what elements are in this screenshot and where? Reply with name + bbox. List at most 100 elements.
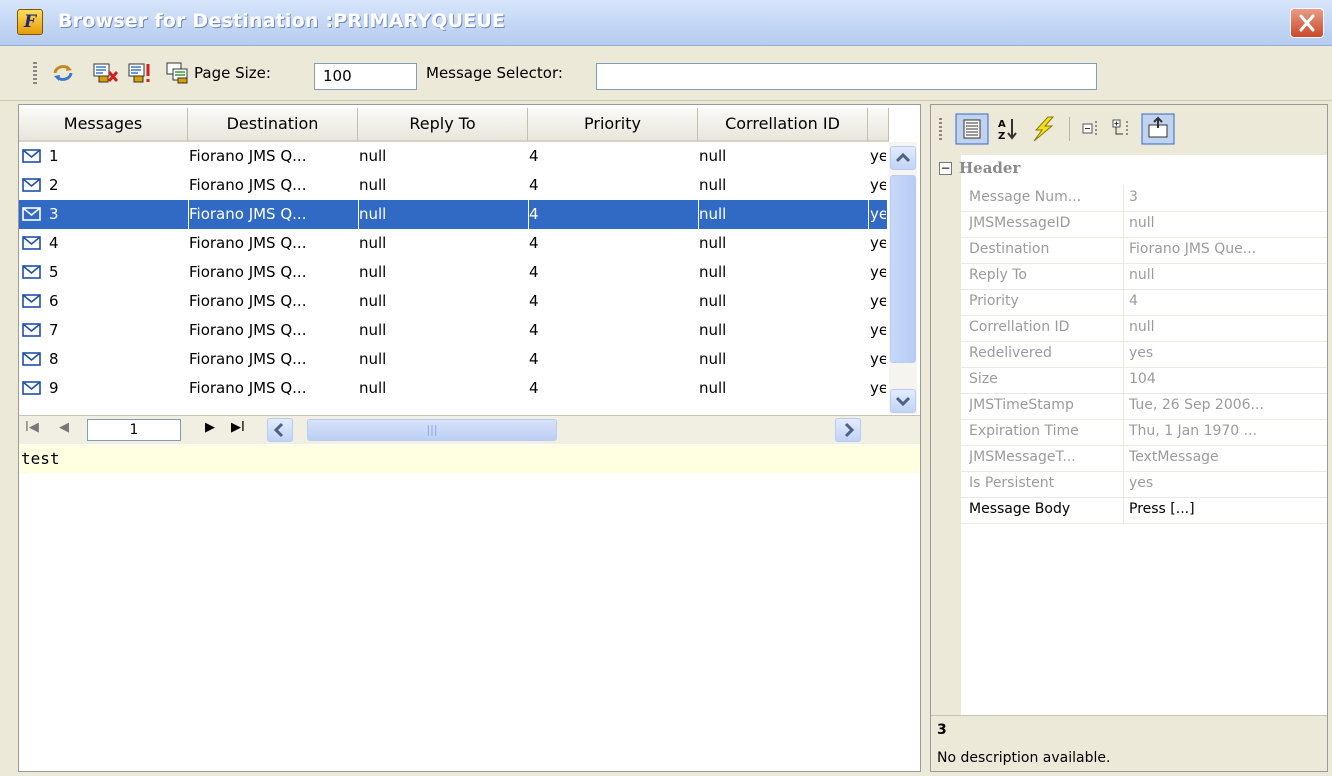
property-grid-gutter <box>931 155 961 715</box>
property-divider[interactable] <box>1123 211 1124 237</box>
envelope-icon <box>22 178 41 192</box>
cell-destination: Fiorano JMS Q... <box>189 234 307 252</box>
column-header-reply-to[interactable]: Reply To <box>358 108 528 142</box>
next-page-button[interactable]: ▶ <box>205 420 215 435</box>
column-header-destination[interactable]: Destination <box>188 108 358 142</box>
cell-correlation-id: null <box>699 234 727 252</box>
property-value[interactable]: 104 <box>1129 371 1325 387</box>
table-row[interactable]: 6 Fiorano JMS Q... null 4 null ye <box>19 287 887 316</box>
property-value[interactable]: null <box>1129 267 1325 283</box>
column-header-priority[interactable]: Priority <box>528 108 698 142</box>
property-row[interactable]: JMSTimeStamp Tue, 26 Sep 2006... <box>961 393 1327 420</box>
collapse-header-toggle[interactable]: − <box>939 162 952 175</box>
copy-message-icon[interactable] <box>166 62 192 84</box>
table-row[interactable]: 4 Fiorano JMS Q... null 4 null ye <box>19 229 887 258</box>
toolbar-separator <box>1069 117 1070 141</box>
sort-alphabetical-icon[interactable]: A Z <box>997 117 1019 141</box>
message-body-text[interactable]: test <box>19 445 920 473</box>
description-text: No description available. <box>937 750 1111 766</box>
scroll-left-button[interactable] <box>267 418 293 442</box>
property-value[interactable]: Press [...] <box>1129 501 1325 517</box>
property-grid: − Header Message Num... 3 JMSMessageID null… <box>931 155 1327 715</box>
last-page-button[interactable]: ▶I <box>231 420 245 435</box>
property-divider[interactable] <box>1123 367 1124 393</box>
property-divider[interactable] <box>1123 315 1124 341</box>
property-divider[interactable] <box>1123 341 1124 367</box>
property-row[interactable]: JMSMessageT... TextMessage <box>961 445 1327 472</box>
property-row[interactable]: Reply To null <box>961 263 1327 290</box>
property-divider[interactable] <box>1123 263 1124 289</box>
message-selector-input[interactable] <box>596 63 1097 90</box>
table-row[interactable]: 3 Fiorano JMS Q... null 4 null ye <box>19 200 887 229</box>
delete-message-icon[interactable] <box>93 62 119 84</box>
property-row[interactable]: Destination Fiorano JMS Que... <box>961 237 1327 264</box>
column-header-messages[interactable]: Messages <box>19 108 188 142</box>
selected-cell-divider <box>188 200 189 229</box>
page-number-input[interactable]: 1 <box>87 419 181 441</box>
property-value[interactable]: Thu, 1 Jan 1970 ... <box>1129 423 1325 439</box>
categorized-view-icon[interactable] <box>955 113 989 145</box>
cell-extra: ye <box>870 292 886 310</box>
property-value[interactable]: TextMessage <box>1129 449 1325 465</box>
property-divider[interactable] <box>1123 393 1124 419</box>
vertical-scrollbar[interactable] <box>889 142 917 414</box>
property-row[interactable]: Expiration Time Thu, 1 Jan 1970 ... <box>961 419 1327 446</box>
table-row[interactable]: 1 Fiorano JMS Q... null 4 null ye <box>19 142 887 171</box>
table-row[interactable]: 5 Fiorano JMS Q... null 4 null ye <box>19 258 887 287</box>
property-row[interactable]: Redelivered yes <box>961 341 1327 368</box>
first-page-button[interactable]: I◀ <box>25 420 39 435</box>
title-bar[interactable]: F Browser for Destination :PRIMARYQUEUE <box>0 0 1332 46</box>
property-value[interactable]: 3 <box>1129 189 1325 205</box>
property-row[interactable]: Message Num... 3 <box>961 185 1327 212</box>
scroll-up-button[interactable] <box>890 146 916 170</box>
property-row[interactable]: Size 104 <box>961 367 1327 394</box>
property-divider[interactable] <box>1123 289 1124 315</box>
property-value[interactable]: yes <box>1129 345 1325 361</box>
property-value[interactable]: yes <box>1129 475 1325 491</box>
property-divider[interactable] <box>1123 185 1124 211</box>
property-value[interactable]: 4 <box>1129 293 1325 309</box>
page-size-input[interactable]: 100 <box>314 63 417 90</box>
description-title: 3 <box>937 722 947 738</box>
events-lightning-icon[interactable] <box>1028 116 1056 142</box>
envelope-icon <box>22 323 41 337</box>
property-name: JMSMessageT... <box>969 449 1076 465</box>
horizontal-scroll-thumb[interactable]: ||| <box>307 419 557 441</box>
cell-message-id: 8 <box>49 350 59 368</box>
toolbar-grip[interactable] <box>33 62 37 84</box>
table-row[interactable]: 8 Fiorano JMS Q... null 4 null ye <box>19 345 887 374</box>
table-row[interactable]: 7 Fiorano JMS Q... null 4 null ye <box>19 316 887 345</box>
property-row[interactable]: Correllation ID null <box>961 315 1327 342</box>
property-value[interactable]: null <box>1129 319 1325 335</box>
property-divider[interactable] <box>1123 471 1124 497</box>
property-row[interactable]: Message Body Press [...] <box>961 497 1327 524</box>
property-row[interactable]: Is Persistent yes <box>961 471 1327 498</box>
previous-page-button[interactable]: ◀ <box>59 420 69 435</box>
scroll-down-button[interactable] <box>890 389 916 413</box>
property-pages-icon[interactable] <box>1141 113 1175 145</box>
column-header-more[interactable] <box>868 108 889 142</box>
property-value[interactable]: Tue, 26 Sep 2006... <box>1129 397 1325 413</box>
send-message-icon[interactable] <box>128 62 154 84</box>
property-row[interactable]: Priority 4 <box>961 289 1327 316</box>
property-divider[interactable] <box>1123 497 1124 523</box>
property-value[interactable]: null <box>1129 215 1325 231</box>
property-toolbar-grip[interactable] <box>939 118 942 140</box>
close-button[interactable] <box>1290 8 1324 38</box>
table-row[interactable]: 9 Fiorano JMS Q... null 4 null ye <box>19 374 887 403</box>
scroll-right-button[interactable] <box>835 418 861 442</box>
table-row[interactable]: 2 Fiorano JMS Q... null 4 null ye <box>19 171 887 200</box>
cell-priority: 4 <box>529 350 539 368</box>
property-divider[interactable] <box>1123 237 1124 263</box>
column-header-correlation-id[interactable]: Correllation ID <box>698 108 868 142</box>
refresh-icon[interactable] <box>50 62 76 84</box>
property-value[interactable]: Fiorano JMS Que... <box>1129 241 1325 257</box>
cell-reply-to: null <box>359 321 387 339</box>
scroll-thumb[interactable] <box>890 175 916 363</box>
collapse-all-icon[interactable] <box>1081 118 1105 140</box>
expand-all-icon[interactable] <box>1111 118 1135 140</box>
property-divider[interactable] <box>1123 419 1124 445</box>
property-category-header[interactable]: Header <box>959 159 1020 177</box>
property-row[interactable]: JMSMessageID null <box>961 211 1327 238</box>
property-divider[interactable] <box>1123 445 1124 471</box>
